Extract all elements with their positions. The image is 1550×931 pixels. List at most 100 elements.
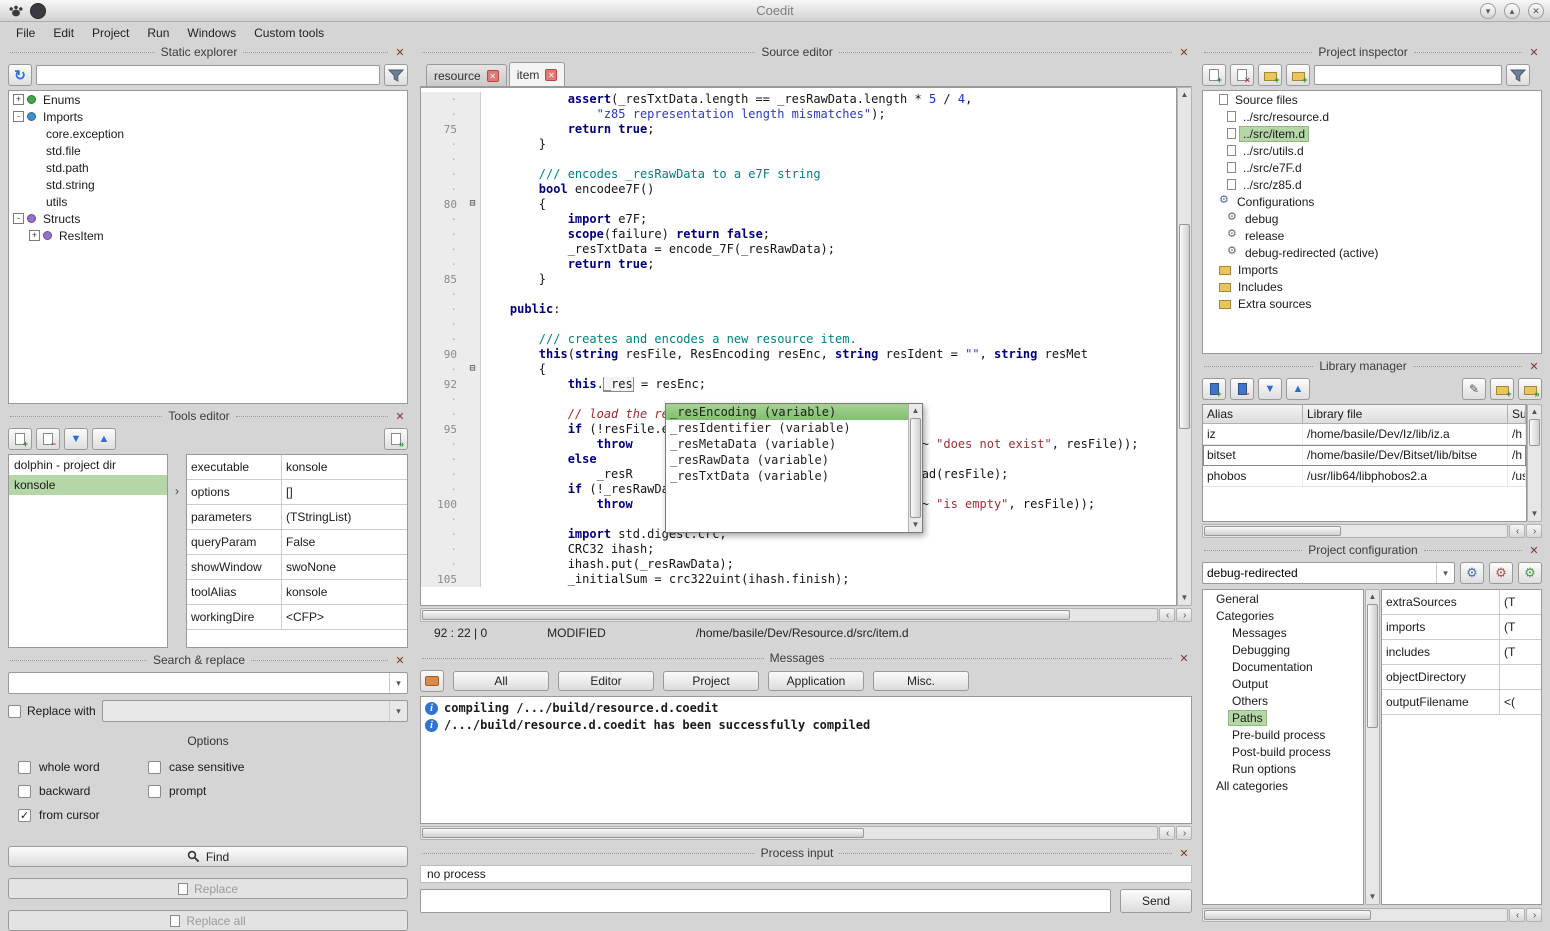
config-tree-item[interactable]: Debugging	[1203, 641, 1363, 658]
register-project-library-button[interactable]: +	[1490, 378, 1514, 400]
tool-property-row-value[interactable]: swoNone	[282, 560, 407, 574]
refresh-button[interactable]: ↻	[8, 64, 32, 86]
tool-property-row[interactable]: toolAliaskonsole	[187, 580, 407, 605]
remove-library-button[interactable]: −	[1230, 378, 1254, 400]
configuration-select[interactable]: ▾	[1202, 562, 1455, 584]
window-menu-button[interactable]	[30, 3, 46, 19]
scrollbar-thumb[interactable]	[1204, 526, 1341, 536]
replace-with-checkbox[interactable]	[8, 705, 21, 718]
code-line[interactable]: 80 {	[421, 197, 1176, 212]
scrollbar-thumb[interactable]	[910, 418, 921, 518]
add-tree-folder-button[interactable]: +	[1286, 64, 1310, 86]
add-tool-button[interactable]: +	[8, 428, 32, 450]
code-line[interactable]: 90 this(string resFile, ResEncoding resE…	[421, 347, 1176, 362]
library-column-header[interactable]: Alias	[1203, 405, 1303, 424]
tab-resource[interactable]: resource✕	[426, 64, 507, 86]
tool-property-row-value[interactable]: konsole	[282, 585, 407, 599]
tool-property-row-value[interactable]: []	[282, 485, 407, 499]
static-tree-item[interactable]: utils	[9, 193, 407, 210]
move-tool-up-button[interactable]: ▲	[92, 428, 116, 450]
config-hscrollbar[interactable]	[1202, 908, 1508, 922]
editor-vscrollbar[interactable]: ▲ ▼	[1177, 87, 1192, 606]
library-vscrollbar[interactable]: ▲ ▼	[1527, 404, 1542, 522]
scroll-up-icon[interactable]: ▲	[1528, 405, 1541, 419]
tool-property-row[interactable]: showWindowswoNone	[187, 555, 407, 580]
code-line[interactable]: · scope(failure) return false;	[421, 227, 1176, 242]
scroll-down-icon[interactable]: ▼	[1366, 890, 1379, 904]
config-tree-item[interactable]: Post-build process	[1203, 743, 1363, 760]
scroll-left-button[interactable]: ‹	[1509, 908, 1525, 922]
code-line[interactable]: · "z85 representation length mismatches"…	[421, 107, 1176, 122]
scroll-up-icon[interactable]: ▲	[1366, 590, 1379, 604]
checkbox-checked[interactable]: ✓	[18, 809, 31, 822]
config-tree-item[interactable]: General	[1203, 590, 1363, 607]
config-property-row[interactable]: includes(T	[1382, 640, 1541, 665]
fold-icon[interactable]	[465, 362, 481, 377]
config-tree-item[interactable]: All categories	[1203, 777, 1363, 794]
static-tree-item[interactable]: -Structs	[9, 210, 407, 227]
minimize-button[interactable]: ▾	[1480, 3, 1496, 19]
code-line[interactable]: · /// creates and encodes a new resource…	[421, 332, 1176, 347]
message-line[interactable]: icompiling /.../build/resource.d.coedit	[425, 700, 1187, 716]
menu-windows[interactable]: Windows	[179, 24, 244, 42]
tool-property-row[interactable]: options[]	[187, 480, 407, 505]
config-tree-item[interactable]: Documentation	[1203, 658, 1363, 675]
scroll-right-button[interactable]: ›	[1526, 908, 1542, 922]
code-line[interactable]: ·	[421, 317, 1176, 332]
inspector-tree-item[interactable]: ../src/item.d	[1203, 125, 1541, 142]
menu-file[interactable]: File	[8, 24, 43, 42]
close-panel-icon[interactable]: ✕	[1528, 46, 1540, 59]
menu-custom-tools[interactable]: Custom tools	[246, 24, 332, 42]
close-panel-icon[interactable]: ✕	[1178, 847, 1190, 860]
library-row[interactable]: phobos/usr/lib64/libphobos2.a/us	[1203, 466, 1526, 487]
code-line[interactable]: ·	[421, 287, 1176, 302]
code-line[interactable]: 85 }	[421, 272, 1176, 287]
menu-edit[interactable]: Edit	[45, 24, 82, 42]
send-button[interactable]: Send	[1120, 889, 1192, 913]
tool-property-row-value[interactable]: (TStringList)	[282, 510, 407, 524]
edit-library-button[interactable]: ✎	[1462, 378, 1486, 400]
static-tree-item[interactable]: +ResItem	[9, 227, 407, 244]
move-library-up-button[interactable]: ▲	[1286, 378, 1310, 400]
tab-item[interactable]: item✕	[509, 62, 566, 86]
config-property-row-value[interactable]: (T	[1500, 595, 1541, 609]
find-button[interactable]: Find	[8, 846, 408, 867]
scroll-right-button[interactable]: ›	[1176, 826, 1192, 840]
inspector-tree-item[interactable]: Configurations	[1203, 193, 1541, 210]
maximize-button[interactable]: ▴	[1504, 3, 1520, 19]
filter-button[interactable]	[384, 64, 408, 86]
tool-item[interactable]: konsole	[9, 475, 167, 495]
remove-source-button[interactable]: ×	[1230, 64, 1254, 86]
tool-property-row-value[interactable]: False	[282, 535, 407, 549]
move-library-down-button[interactable]: ▼	[1258, 378, 1282, 400]
close-panel-icon[interactable]: ✕	[1528, 544, 1540, 557]
checkbox[interactable]	[148, 785, 161, 798]
scroll-down-icon[interactable]: ▼	[1528, 507, 1541, 521]
option-prompt[interactable]: prompt	[148, 784, 398, 798]
option-whole-word[interactable]: whole word	[18, 760, 148, 774]
add-library-button[interactable]: +	[1202, 378, 1226, 400]
code-line[interactable]: 105 _initialSum = crc322uint(ihash.finis…	[421, 572, 1176, 587]
code-line[interactable]: · return true;	[421, 257, 1176, 272]
close-panel-icon[interactable]: ✕	[394, 46, 406, 59]
process-stdin-input[interactable]	[420, 889, 1111, 913]
static-tree-item[interactable]: std.string	[9, 176, 407, 193]
inspector-tree-item[interactable]: Extra sources	[1203, 295, 1541, 312]
code-line[interactable]: · import e7F;	[421, 212, 1176, 227]
tool-item[interactable]: dolphin - project dir	[9, 455, 167, 475]
scroll-left-button[interactable]: ‹	[1159, 826, 1175, 840]
config-tree-item[interactable]: Others	[1203, 692, 1363, 709]
code-line[interactable]: · CRC32 ihash;	[421, 542, 1176, 557]
option-from-cursor[interactable]: ✓from cursor	[18, 808, 148, 822]
scrollbar-thumb[interactable]	[1179, 224, 1190, 429]
completion-item[interactable]: _resEncoding (variable)	[666, 404, 908, 420]
checkbox[interactable]	[18, 785, 31, 798]
code-line[interactable]: · }	[421, 137, 1176, 152]
config-property-row[interactable]: objectDirectory	[1382, 665, 1541, 690]
inspector-tree-item[interactable]: release	[1203, 227, 1541, 244]
scroll-up-icon[interactable]: ▲	[909, 404, 922, 418]
scroll-left-button[interactable]: ‹	[1159, 608, 1175, 622]
static-tree-item[interactable]: -Imports	[9, 108, 407, 125]
tool-property-row-value[interactable]: <CFP>	[282, 610, 407, 624]
chevron-down-icon[interactable]: ▾	[389, 701, 407, 721]
